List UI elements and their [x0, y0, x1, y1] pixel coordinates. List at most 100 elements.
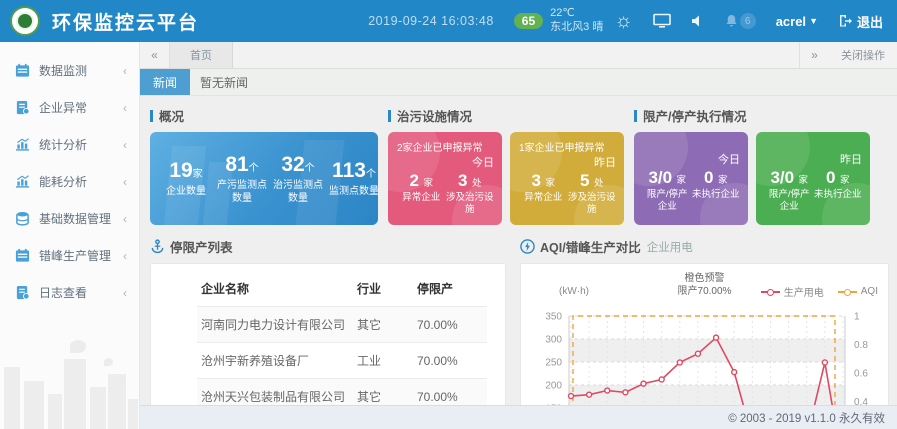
- app-logo-icon: [10, 6, 40, 36]
- stat-treatment-points: 32个 治污监测点数量: [270, 153, 326, 205]
- aqi-chart-panel: (kW·h) 橙色预警 限产70.00% 生产用电: [520, 263, 889, 405]
- cell-restriction: 70.00%: [413, 343, 487, 379]
- stat-facilities-involved: 3 处 涉及治污设施: [446, 171, 495, 216]
- section-title-treatment: 治污设施情况: [397, 106, 472, 125]
- stat-unit: 个: [305, 163, 315, 174]
- tabs-scroll-right-icon[interactable]: »: [799, 42, 829, 68]
- section-title-overview: 概况: [159, 106, 184, 125]
- stat-unit: 家: [423, 178, 433, 189]
- legend-label: 生产用电: [784, 284, 824, 299]
- logout-button[interactable]: 退出: [838, 12, 883, 31]
- cell-enterprise-name: 沧州天兴包装制品有限公司: [197, 379, 353, 406]
- sidebar-item-base-data[interactable]: 基础数据管理 ‹: [0, 200, 139, 237]
- database-icon: [15, 211, 30, 226]
- cell-enterprise-name: 沧州宇新养殖设备厂: [197, 343, 353, 379]
- monitor-icon[interactable]: [653, 13, 671, 29]
- aqi-chart-section: AQI/错峰生产对比 企业用电 (kW·h) 橙色预警 限产70.00%: [520, 237, 889, 405]
- shutdown-list-panel: 企业名称 行业 停限产 河南同力电力设计有限公司 其它 70.00%: [150, 263, 506, 405]
- restriction-card-yesterday: 昨日 3/0 家 限产/停产企业 0 家 未执行企业: [756, 132, 870, 225]
- sidebar-item-label: 数据监测: [39, 62, 123, 79]
- sidebar-item-statistics[interactable]: 统计分析 ‹: [0, 126, 139, 163]
- stat-value: 0: [704, 168, 713, 187]
- stat-unit: 个: [249, 163, 259, 174]
- sidebar-item-label: 能耗分析: [39, 173, 123, 190]
- stat-label: 企业数量: [158, 185, 214, 198]
- sidebar-item-label: 企业异常: [39, 99, 123, 116]
- col-restriction: 停限产: [413, 274, 487, 307]
- stat-value: 2: [410, 171, 419, 190]
- chevron-left-icon: ‹: [123, 286, 127, 300]
- sidebar: 数据监测 ‹ 企业异常 ‹ 统计分析 ‹ 能耗分析 ‹ 基础数据管理 ‹: [0, 42, 140, 429]
- treatment-section: 治污设施情况 2家企业已申报异常 今日 2 家 异常企业: [388, 106, 624, 225]
- bar-chart-icon: [15, 137, 30, 152]
- sidebar-item-energy-analysis[interactable]: 能耗分析 ‹: [0, 163, 139, 200]
- stat-unit: 家: [545, 178, 555, 189]
- stat-abnormal-enterprises: 3 家 异常企业: [519, 171, 568, 216]
- sidebar-item-label: 日志查看: [39, 284, 123, 301]
- stat-unit: 处: [472, 178, 482, 189]
- notifications[interactable]: 6: [725, 13, 756, 29]
- stat-unit: 家: [799, 175, 809, 186]
- svg-text:150: 150: [545, 404, 562, 406]
- sidebar-item-log-view[interactable]: 日志查看 ‹: [0, 274, 139, 311]
- legend-label: AQI: [861, 286, 878, 297]
- aqi-line-chart[interactable]: 35030025020015010010.80.60.40.2: [523, 302, 879, 405]
- stat-label: 异常企业: [519, 192, 568, 204]
- stat-value: 3: [532, 171, 541, 190]
- svg-text:350: 350: [545, 312, 562, 323]
- footer: © 2003 - 2019 v1.1.0 永久有效: [140, 405, 897, 429]
- news-button[interactable]: 新闻: [140, 69, 190, 95]
- stat-facilities-involved: 5 处 涉及治污设施: [568, 171, 617, 216]
- user-menu[interactable]: acrel ▼: [776, 14, 818, 29]
- chevron-left-icon: ‹: [123, 212, 127, 226]
- stat-label: 异常企业: [397, 192, 446, 204]
- col-industry: 行业: [353, 274, 413, 307]
- table-row[interactable]: 河南同力电力设计有限公司 其它 70.00%: [197, 307, 487, 343]
- speaker-icon[interactable]: [691, 14, 705, 28]
- calendar-icon: [15, 248, 30, 263]
- sidebar-item-peak-production[interactable]: 错峰生产管理 ‹: [0, 237, 139, 274]
- sidebar-item-label: 基础数据管理: [39, 210, 123, 227]
- stat-unit: 家: [677, 175, 687, 186]
- sidebar-item-label: 错峰生产管理: [39, 247, 123, 264]
- section-title-aqi-chart: AQI/错峰生产对比: [540, 237, 641, 256]
- cell-restriction: 70.00%: [413, 307, 487, 343]
- section-title-shutdown-list: 停限产列表: [170, 237, 233, 256]
- stat-unit: 家: [840, 175, 850, 186]
- stat-label: 涉及治污设施: [568, 192, 617, 216]
- stat-pollution-points: 81个 产污监测点数量: [214, 153, 270, 205]
- stat-label: 未执行企业: [814, 189, 863, 201]
- tabs-scroll-left-icon[interactable]: «: [140, 42, 170, 68]
- section-title-restriction: 限产/停产执行情况: [643, 106, 746, 125]
- line-marker-icon: [761, 288, 780, 295]
- treatment-card-yesterday: 1家企业已申报异常 昨日 3 家 异常企业 5 处 涉及治污设施: [510, 132, 624, 225]
- table-row[interactable]: 沧州天兴包装制品有限公司 其它 70.00%: [197, 379, 487, 406]
- sidebar-item-enterprise-anomaly[interactable]: 企业异常 ‹: [0, 89, 139, 126]
- lightning-circle-icon: [520, 239, 535, 254]
- stat-value: 0: [826, 168, 835, 187]
- card-period: 今日: [643, 151, 740, 167]
- stat-value: 3/0: [648, 168, 672, 187]
- stat-unit: 家: [193, 169, 203, 180]
- anchor-icon: [150, 239, 165, 254]
- weather-widget: 65 22℃ 东北风3 晴 ☼: [514, 7, 633, 35]
- restriction-card-today: 今日 3/0 家 限产/停产企业 0 家 未执行企业: [634, 132, 748, 225]
- datetime: 2019-09-24 16:03:48: [368, 14, 494, 28]
- table-row[interactable]: 沧州宇新养殖设备厂 工业 70.00%: [197, 343, 487, 379]
- news-bar: 新闻 暂无新闻: [140, 69, 897, 96]
- app-title: 环保监控云平台: [52, 8, 199, 35]
- aqi-badge: 65: [514, 13, 543, 29]
- city-skyline-watermark: [0, 334, 140, 429]
- stat-label: 治污监测点数量: [270, 179, 326, 205]
- legend-aqi[interactable]: AQI: [838, 286, 878, 297]
- sidebar-item-data-monitoring[interactable]: 数据监测 ‹: [0, 52, 139, 89]
- clipboard-icon: [15, 100, 30, 115]
- tab-home[interactable]: 首页: [170, 42, 233, 68]
- chevron-left-icon: ‹: [123, 64, 127, 78]
- svg-text:300: 300: [545, 335, 562, 346]
- logout-icon: [838, 14, 852, 28]
- legend-production[interactable]: 生产用电: [761, 284, 824, 299]
- stat-abnormal-enterprises: 2 家 异常企业: [397, 171, 446, 216]
- col-enterprise-name: 企业名称: [197, 274, 353, 307]
- close-operations-button[interactable]: 关闭操作: [829, 42, 897, 68]
